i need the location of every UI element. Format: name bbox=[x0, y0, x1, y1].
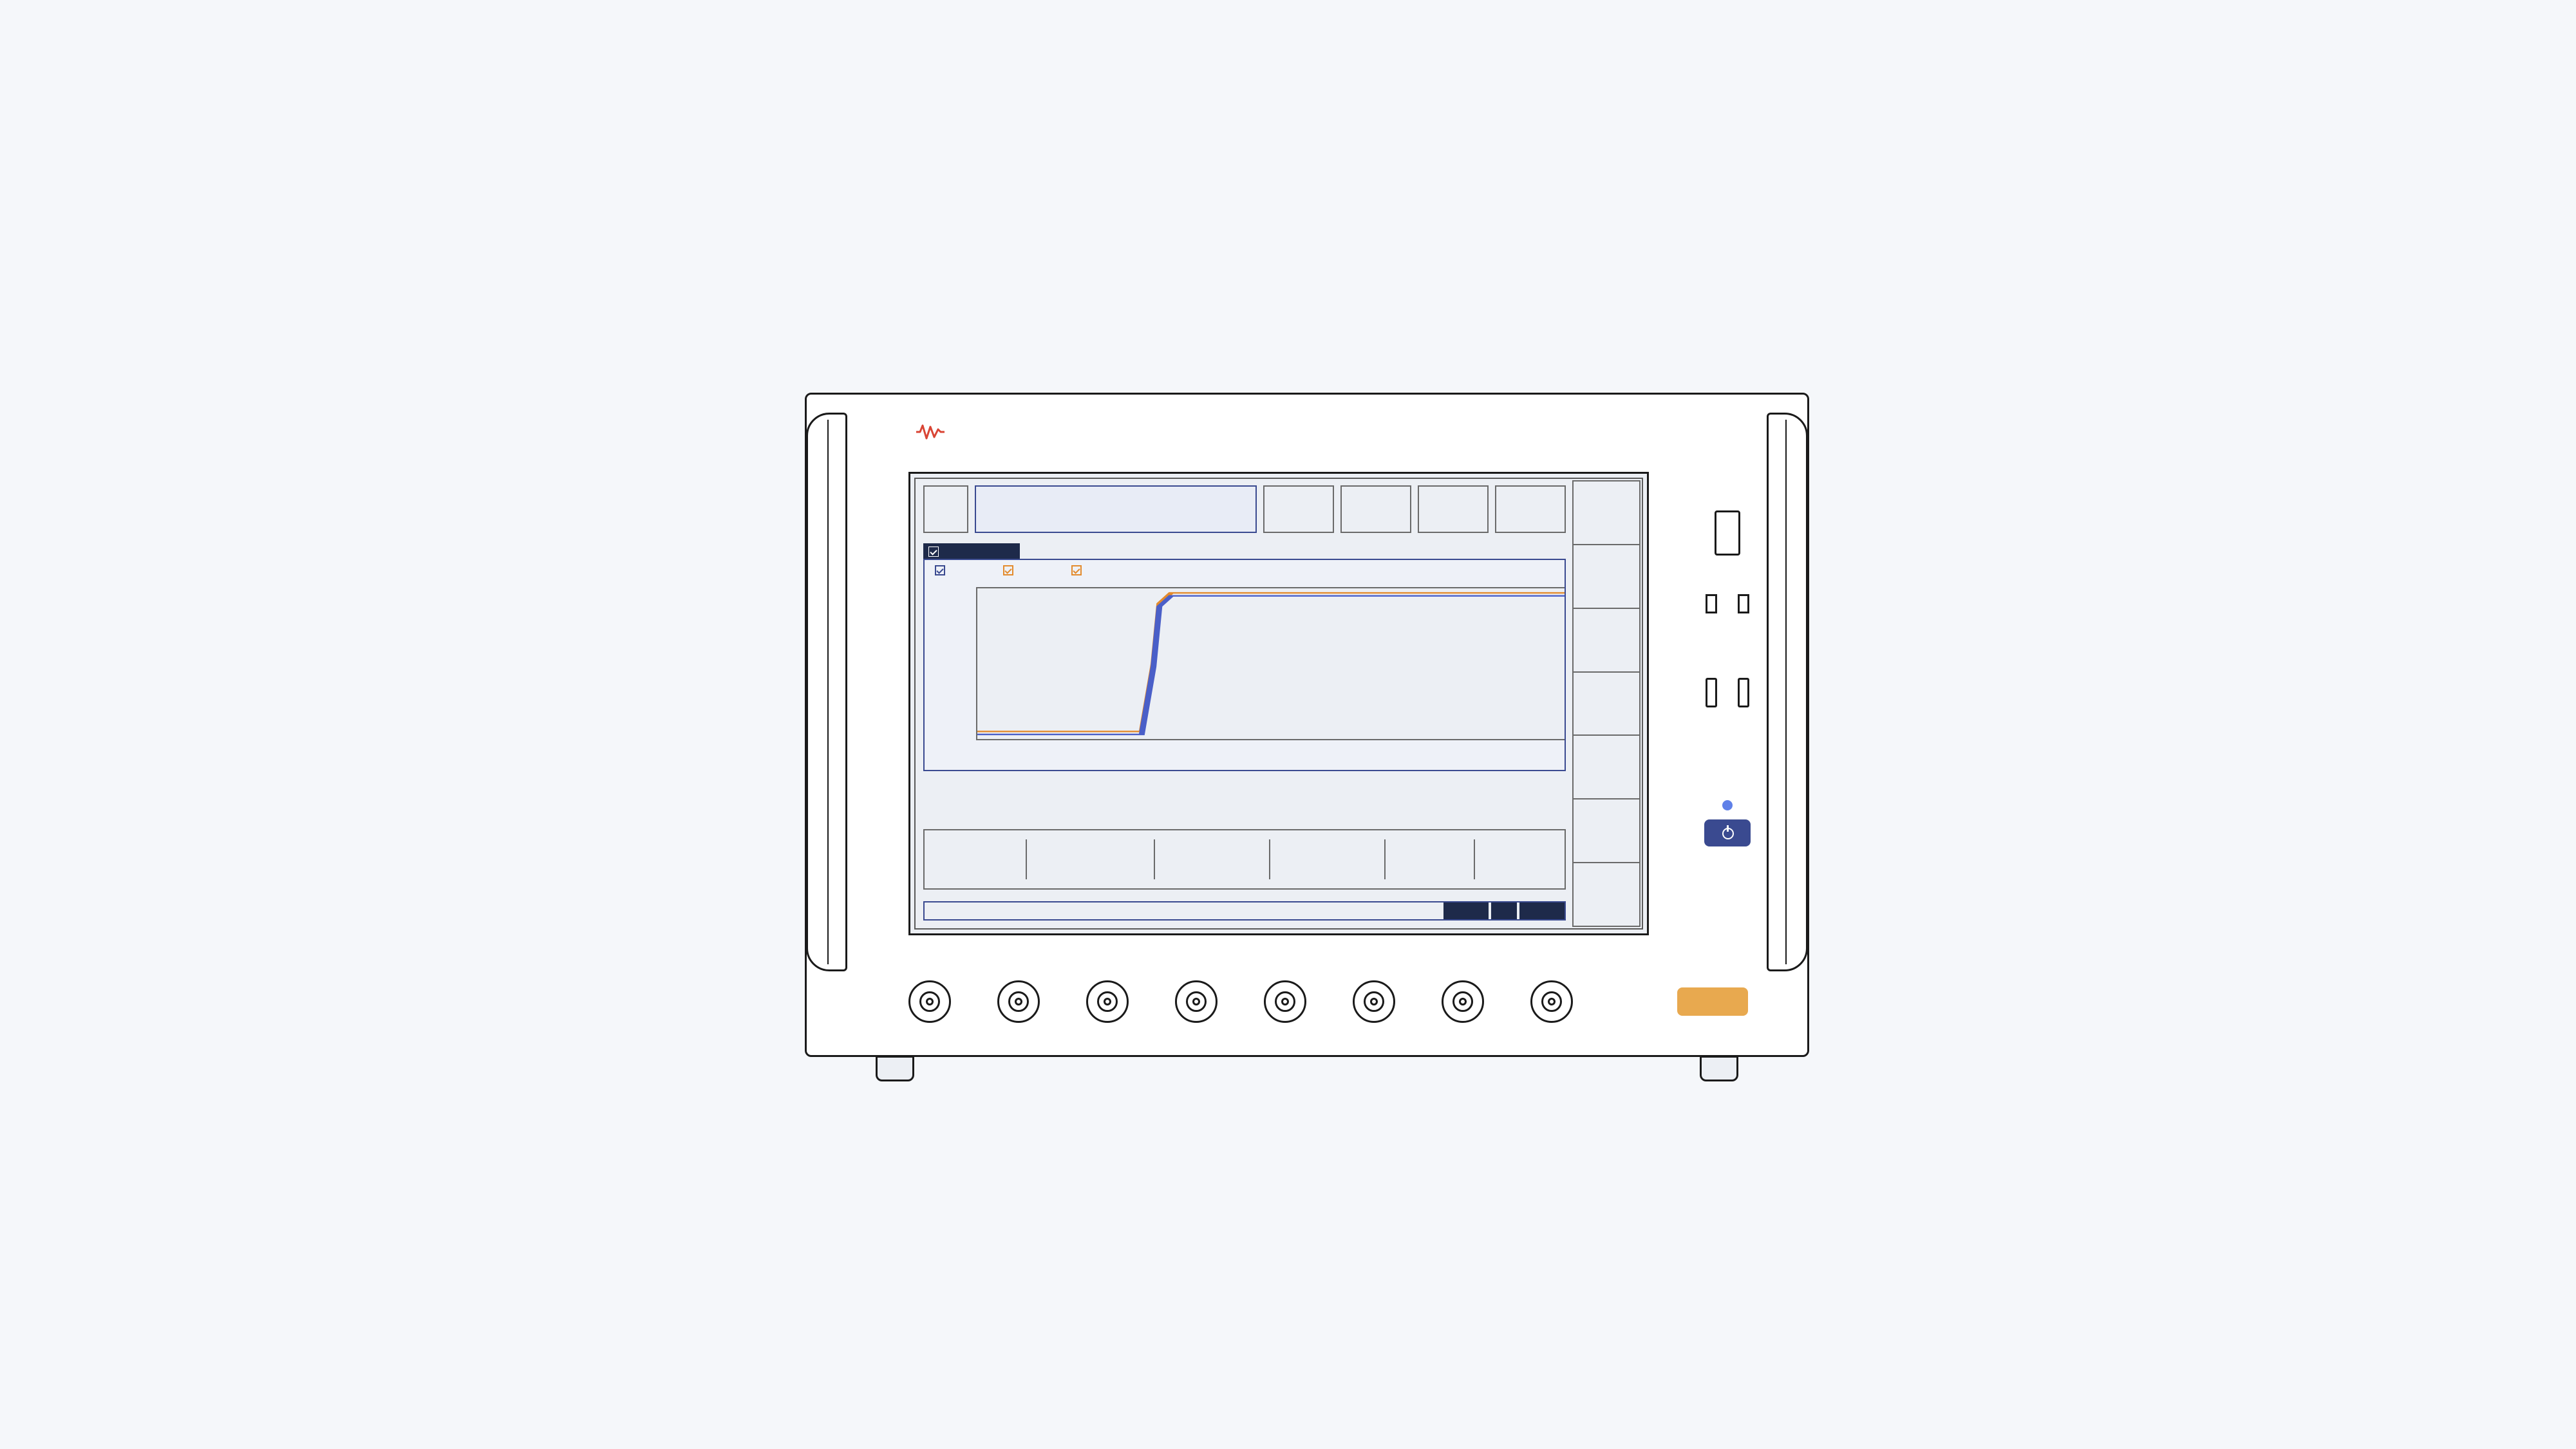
toolbar-button-3[interactable] bbox=[1340, 485, 1411, 533]
small-button-1[interactable] bbox=[1706, 678, 1717, 707]
io-connector-row bbox=[908, 974, 1756, 1029]
softkey-5[interactable] bbox=[1572, 736, 1641, 799]
waveform-svg bbox=[977, 588, 1565, 739]
bnc-port-7[interactable] bbox=[1442, 980, 1484, 1023]
softkey-7[interactable] bbox=[1572, 863, 1641, 927]
physical-controls bbox=[1699, 485, 1756, 935]
toolbar-button-1[interactable] bbox=[923, 485, 968, 533]
softkey-6[interactable] bbox=[1572, 799, 1641, 863]
screen-bezel bbox=[908, 472, 1649, 935]
plot-frame bbox=[923, 559, 1566, 771]
toolbar-readout[interactable] bbox=[975, 485, 1257, 533]
channel-check-1-icon bbox=[935, 565, 945, 575]
small-button-2[interactable] bbox=[1738, 678, 1749, 707]
checkmark-icon bbox=[928, 547, 939, 557]
instrument-device bbox=[805, 393, 1809, 1081]
usb-ports bbox=[1706, 594, 1749, 613]
data-cell-2[interactable] bbox=[1027, 839, 1155, 879]
status-tag-1[interactable] bbox=[1443, 902, 1489, 919]
button-pair bbox=[1706, 678, 1749, 707]
channel-check-2-icon bbox=[1003, 565, 1013, 575]
toolbar-button-5[interactable] bbox=[1495, 485, 1566, 533]
data-cell-3[interactable] bbox=[1155, 839, 1270, 879]
bnc-port-3[interactable] bbox=[1086, 980, 1129, 1023]
bnc-port-1[interactable] bbox=[908, 980, 951, 1023]
chassis bbox=[805, 393, 1809, 1057]
accent-port[interactable] bbox=[1677, 987, 1748, 1016]
status-tag-3[interactable] bbox=[1519, 902, 1565, 919]
power-button[interactable] bbox=[1704, 819, 1751, 846]
usb-port-1[interactable] bbox=[1706, 594, 1717, 613]
screen-inner-bezel bbox=[914, 478, 1643, 930]
carry-handle-right bbox=[1767, 413, 1808, 971]
bnc-port-2[interactable] bbox=[997, 980, 1040, 1023]
rocker-switch[interactable] bbox=[1715, 510, 1740, 556]
spark-logo-icon bbox=[916, 424, 945, 440]
data-cell-6[interactable] bbox=[1475, 839, 1565, 879]
softkey-2[interactable] bbox=[1572, 545, 1641, 609]
bnc-port-6[interactable] bbox=[1353, 980, 1395, 1023]
data-cell-5[interactable] bbox=[1386, 839, 1475, 879]
screen-area bbox=[923, 485, 1566, 921]
bnc-port-4[interactable] bbox=[1175, 980, 1217, 1023]
data-cell-4[interactable] bbox=[1270, 839, 1386, 879]
waveform-plot[interactable] bbox=[976, 587, 1565, 740]
foot-left bbox=[876, 1056, 914, 1081]
bnc-port-8[interactable] bbox=[1530, 980, 1573, 1023]
softkey-column bbox=[1572, 480, 1641, 927]
canvas bbox=[0, 0, 2576, 1449]
bnc-port-5[interactable] bbox=[1264, 980, 1306, 1023]
foot-right bbox=[1700, 1056, 1738, 1081]
data-strip bbox=[923, 829, 1566, 890]
carry-handle-left bbox=[806, 413, 847, 971]
status-led-icon bbox=[1722, 800, 1733, 810]
tab-bar bbox=[923, 543, 1020, 560]
softkey-4[interactable] bbox=[1572, 673, 1641, 736]
status-tag-2[interactable] bbox=[1491, 902, 1517, 919]
softkey-1[interactable] bbox=[1572, 480, 1641, 545]
channel-check-3-icon bbox=[1071, 565, 1082, 575]
toolbar bbox=[923, 485, 1566, 533]
toolbar-button-2[interactable] bbox=[1263, 485, 1334, 533]
active-tab[interactable] bbox=[923, 543, 1020, 560]
usb-port-2[interactable] bbox=[1738, 594, 1749, 613]
status-bar bbox=[923, 901, 1566, 921]
channel-indicators bbox=[932, 565, 1565, 581]
toolbar-button-4[interactable] bbox=[1418, 485, 1489, 533]
softkey-3[interactable] bbox=[1572, 609, 1641, 673]
data-cell-1[interactable] bbox=[925, 839, 1027, 879]
